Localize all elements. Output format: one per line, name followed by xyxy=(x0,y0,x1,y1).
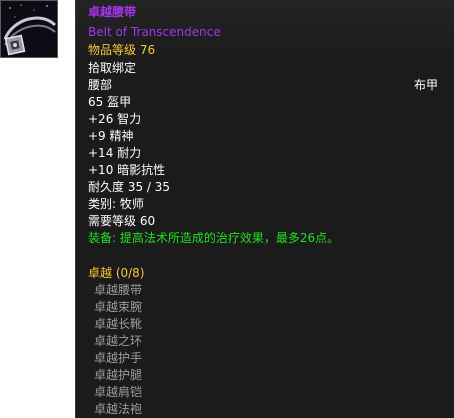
item-name: 卓越腰带 xyxy=(88,5,137,19)
stat-line: +14 耐力 xyxy=(88,146,142,160)
armor-type: 布甲 xyxy=(413,78,438,92)
set-piece: 卓越腰带 xyxy=(94,283,143,297)
item-level: 物品等级 76 xyxy=(88,43,156,57)
item-name-english: Belt of Transcendence xyxy=(88,25,221,39)
equip-slot: 腰部 xyxy=(88,78,113,92)
set-piece: 卓越法袍 xyxy=(94,402,143,416)
stat-line: +10 暗影抗性 xyxy=(88,163,166,177)
set-piece: 卓越护腿 xyxy=(94,368,143,382)
armor-value: 65 盔甲 xyxy=(88,95,132,109)
set-piece: 卓越护手 xyxy=(94,351,143,365)
bind-type: 拾取绑定 xyxy=(88,61,137,75)
item-tooltip-screen: 卓越腰带 Belt of Transcendence 物品等级 76 拾取绑定 … xyxy=(0,0,454,418)
belt-icon xyxy=(0,0,58,58)
level-requirement: 需要等级 60 xyxy=(88,214,156,228)
set-title: 卓越 (0/8) xyxy=(88,266,145,280)
set-piece: 卓越之环 xyxy=(94,334,143,348)
stat-line: +9 精神 xyxy=(88,129,134,143)
equip-effect: 装备: 提高法术所造成的治疗效果，最多26点。 xyxy=(88,231,340,245)
set-piece: 卓越束腕 xyxy=(94,300,143,314)
tooltip-panel: 卓越腰带 Belt of Transcendence 物品等级 76 拾取绑定 … xyxy=(75,0,454,418)
stat-line: +26 智力 xyxy=(88,112,142,126)
durability: 耐久度 35 / 35 xyxy=(88,180,171,194)
set-piece: 卓越长靴 xyxy=(94,317,143,331)
class-requirement: 类别: 牧师 xyxy=(88,197,144,211)
set-piece: 卓越肩铠 xyxy=(94,385,143,399)
